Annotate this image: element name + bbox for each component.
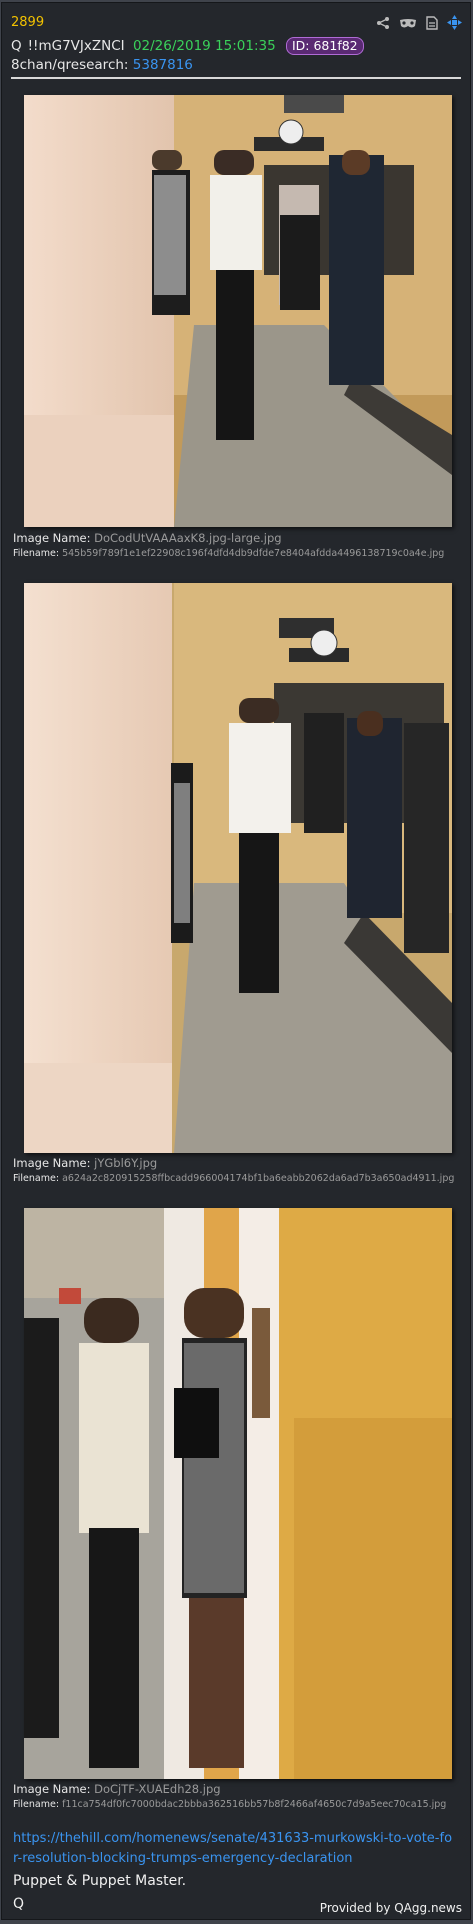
post-message: Puppet & Puppet Master. bbox=[13, 1873, 187, 1889]
image-name-label: Image Name: bbox=[13, 531, 91, 545]
board-line: 8chan/qresearch: 5387816 bbox=[11, 57, 193, 73]
share-icon[interactable] bbox=[376, 15, 390, 34]
header-divider bbox=[11, 77, 461, 79]
post-image-1[interactable] bbox=[24, 95, 452, 527]
filename-line: Filename: f11ca754df0fc7000bdac2bbba3625… bbox=[13, 1799, 446, 1810]
filename-line: Filename: a624a2c820915258ffbcadd9660041… bbox=[13, 1173, 454, 1184]
image-name-label: Image Name: bbox=[13, 1156, 91, 1170]
board-name: 8chan/qresearch: bbox=[11, 57, 129, 73]
image-name-line: Image Name: jYGbl6Y.jpg bbox=[13, 1156, 157, 1170]
filename[interactable]: 545b59f789f1e1ef22908c196f4dfd4db9dfde7e… bbox=[62, 548, 444, 559]
id-badge[interactable]: ID: 681f82 bbox=[285, 37, 364, 55]
post-image-2[interactable] bbox=[24, 583, 452, 1153]
post-signature: Q bbox=[13, 1896, 25, 1912]
filename-line: Filename: 545b59f789f1e1ef22908c196f4dfd… bbox=[13, 548, 444, 559]
filename-label: Filename: bbox=[13, 1173, 60, 1184]
filename-label: Filename: bbox=[13, 1799, 60, 1810]
filename-label: Filename: bbox=[13, 548, 60, 559]
post-header: Q !!mG7VJxZNCI 02/26/2019 15:01:35 ID: 68… bbox=[11, 37, 364, 55]
post-date: 02/26/2019 15:01:35 bbox=[132, 38, 276, 54]
q-label: Q bbox=[11, 38, 22, 54]
post-number[interactable]: 2899 bbox=[11, 15, 44, 30]
document-icon[interactable] bbox=[426, 15, 438, 34]
image-name[interactable]: DoCjTF-XUAEdh28.jpg bbox=[94, 1782, 220, 1796]
filename[interactable]: f11ca754df0fc7000bdac2bbba362516bb57b8f2… bbox=[62, 1799, 446, 1810]
article-link[interactable]: https://thehill.com/homenews/senate/4316… bbox=[13, 1829, 453, 1869]
image-name[interactable]: DoCodUtVAAAaxK8.jpg-large.jpg bbox=[94, 531, 281, 545]
filename[interactable]: a624a2c820915258ffbcadd966004174bf1ba6ea… bbox=[62, 1173, 454, 1184]
post-actions bbox=[376, 15, 462, 34]
image-name-line: Image Name: DoCjTF-XUAEdh28.jpg bbox=[13, 1782, 221, 1796]
mask-icon[interactable] bbox=[399, 15, 417, 34]
image-name[interactable]: jYGbl6Y.jpg bbox=[94, 1156, 157, 1170]
post-image-3[interactable] bbox=[24, 1208, 452, 1779]
tripcode: !!mG7VJxZNCI bbox=[27, 38, 125, 54]
crosshair-icon[interactable] bbox=[447, 15, 462, 34]
thread-link[interactable]: 5387816 bbox=[133, 57, 193, 73]
q-post: 2899 Q !!mG7VJxZNCI 02/26/2019 15:01:35 I… bbox=[1, 2, 471, 1920]
image-name-line: Image Name: DoCodUtVAAAaxK8.jpg-large.jp… bbox=[13, 531, 282, 545]
image-name-label: Image Name: bbox=[13, 1782, 91, 1796]
provided-by: Provided by QAgg.news bbox=[319, 1901, 462, 1915]
